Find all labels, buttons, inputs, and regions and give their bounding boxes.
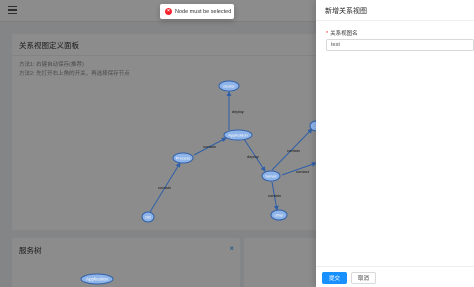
node-label: Application (228, 133, 248, 138)
drawer-divider (316, 20, 474, 21)
edge-label: deploy (232, 109, 244, 114)
node-label: Application (86, 277, 109, 282)
new-view-drawer: 新增关系视图 *关系视图名 提交 取消 (316, 0, 474, 287)
edge-label: contain (203, 144, 216, 149)
node-label: DB (145, 215, 151, 220)
node-process[interactable]: Process (172, 152, 194, 164)
node-label: Process (176, 156, 190, 161)
toast-message: Node must be selected (175, 8, 232, 15)
submit-button[interactable]: 提交 (322, 272, 347, 284)
node-cluster[interactable]: cluster (218, 80, 240, 92)
view-name-label-text: 关系视图名 (330, 31, 358, 37)
view-name-label: * 关系视图名 (326, 29, 358, 37)
drawer-footer-divider (316, 266, 474, 267)
error-toast: × Node must be selected (160, 4, 234, 19)
edge-label: contact (296, 169, 310, 174)
required-mark: * (326, 31, 329, 37)
cancel-button[interactable]: 取消 (351, 272, 376, 284)
node-label: cluster (223, 84, 235, 89)
node-label: other (274, 213, 284, 218)
edge-label: contain (268, 193, 281, 198)
edge-label: contain (287, 148, 300, 153)
node-db[interactable]: DB (141, 211, 155, 223)
node-application[interactable]: Application (223, 129, 253, 141)
error-icon: × (165, 8, 172, 15)
tree-root-node[interactable]: Application (80, 273, 114, 285)
node-server[interactable]: Server (261, 170, 281, 182)
node-other[interactable]: other (270, 209, 288, 221)
edge-label: contain (158, 185, 171, 190)
drawer-title: 新增关系视图 (325, 8, 367, 15)
edge-label: deploy (247, 154, 259, 159)
view-name-input[interactable] (326, 39, 474, 51)
node-label: Server (265, 174, 277, 179)
